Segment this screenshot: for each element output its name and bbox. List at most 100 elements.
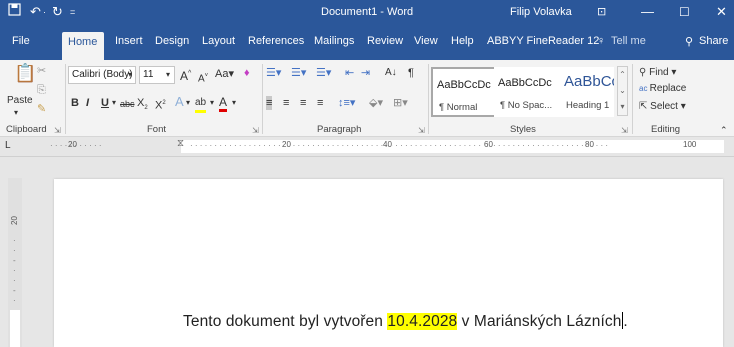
shading-icon[interactable]: ⬙▾ bbox=[369, 96, 383, 110]
clipboard-group-label: Clipboard bbox=[6, 124, 47, 135]
subscript-icon[interactable]: X2 bbox=[137, 96, 148, 115]
multilevel-list-icon[interactable]: ☰▾ bbox=[316, 66, 331, 80]
strikethrough-icon[interactable]: abc bbox=[120, 97, 135, 111]
tab-file[interactable]: File bbox=[12, 35, 30, 47]
font-name-dropdown-icon[interactable]: ▾ bbox=[128, 68, 132, 82]
highlight-dropdown-icon[interactable]: ▾ bbox=[210, 96, 214, 110]
style-normal[interactable]: AaBbCcDc ¶ Normal bbox=[431, 67, 497, 117]
style-no-spacing[interactable]: AaBbCcDc ¶ No Spac... bbox=[494, 67, 560, 117]
tab-layout[interactable]: Layout bbox=[202, 35, 235, 47]
horizontal-ruler[interactable]: L · · · · · · · · · · · 20 ⧖ · · · · · ·… bbox=[0, 137, 734, 157]
numbering-icon[interactable]: ☰▾ bbox=[291, 66, 306, 80]
share-icon[interactable]: ⚲ bbox=[685, 35, 693, 48]
tab-abbyy[interactable]: ABBYY FineReader 12 bbox=[487, 35, 599, 47]
show-formatting-icon[interactable]: ¶ bbox=[408, 66, 414, 80]
tab-home-label: Home bbox=[68, 36, 98, 48]
cut-icon[interactable]: ✂ bbox=[37, 64, 46, 78]
clipboard-launcher-icon[interactable]: ⇲ bbox=[54, 126, 61, 135]
text-after: v Mariánských Lázních bbox=[457, 313, 622, 330]
font-color-dropdown-icon[interactable]: ▾ bbox=[232, 96, 236, 110]
font-size-dropdown-icon[interactable]: ▾ bbox=[166, 68, 170, 82]
style-preview: AaBbCcDc bbox=[437, 79, 491, 91]
decrease-indent-icon[interactable]: ⇤ bbox=[345, 66, 354, 80]
customize-qat-icon[interactable]: = bbox=[70, 3, 75, 21]
line-spacing-icon[interactable]: ↕≡▾ bbox=[338, 96, 355, 110]
highlight-color-icon[interactable]: ab bbox=[195, 96, 207, 113]
styles-launcher-icon[interactable]: ⇲ bbox=[621, 126, 628, 135]
align-center-icon[interactable]: ≡ bbox=[283, 96, 289, 110]
borders-icon[interactable]: ⊞▾ bbox=[393, 96, 408, 110]
undo-icon[interactable]: ↶ bbox=[30, 3, 41, 21]
underline-icon[interactable]: U bbox=[101, 96, 109, 110]
ruler-number: 20 bbox=[9, 216, 19, 225]
font-launcher-icon[interactable]: ⇲ bbox=[252, 126, 259, 135]
tell-me-input[interactable]: Tell me bbox=[611, 35, 646, 47]
share-button[interactable]: Share bbox=[699, 35, 728, 47]
styles-scroll-icon[interactable]: ⌃ ⌄ ▾ bbox=[617, 66, 628, 116]
undo-dropdown-icon[interactable]: · bbox=[43, 3, 46, 21]
tab-design[interactable]: Design bbox=[155, 35, 189, 47]
font-name-box[interactable]: Calibri (Body) bbox=[68, 66, 136, 84]
find-button[interactable]: ⚲ Find ▾ bbox=[639, 66, 676, 80]
divider bbox=[65, 64, 66, 134]
highlighted-date: 10.4.2028 bbox=[387, 313, 458, 330]
grow-font-icon[interactable]: A^ bbox=[180, 67, 191, 83]
close-icon[interactable]: ✕ bbox=[716, 3, 727, 21]
document-page[interactable]: Tento dokument byl vytvořen 10.4.2028 v … bbox=[54, 179, 723, 347]
paste-dropdown-icon[interactable]: ▾ bbox=[14, 106, 18, 120]
indent-marker-icon[interactable]: ⧖ bbox=[177, 137, 184, 151]
tab-mailings[interactable]: Mailings bbox=[314, 35, 354, 47]
paste-button[interactable]: Paste bbox=[7, 94, 33, 108]
style-name: ¶ Normal bbox=[439, 102, 478, 113]
tab-home[interactable]: Home bbox=[62, 32, 104, 60]
text-effects-icon[interactable]: A bbox=[175, 95, 184, 109]
text-effects-dropdown-icon[interactable]: ▾ bbox=[186, 96, 190, 110]
minimize-icon[interactable]: — bbox=[641, 3, 654, 21]
tab-help[interactable]: Help bbox=[451, 35, 474, 47]
user-name[interactable]: Filip Volavka bbox=[510, 6, 572, 18]
divider bbox=[262, 64, 263, 134]
shrink-font-icon[interactable]: A˅ bbox=[198, 69, 208, 86]
italic-icon[interactable]: I bbox=[86, 96, 89, 110]
vertical-ruler[interactable]: 20 · · - · · - · · bbox=[8, 178, 22, 347]
style-preview: AaBbCcDc bbox=[498, 77, 552, 89]
style-preview: AaBbCc bbox=[564, 73, 614, 90]
tab-references[interactable]: References bbox=[248, 35, 304, 47]
tab-selector-icon[interactable]: L bbox=[5, 139, 11, 153]
ribbon-display-icon[interactable]: ⊡ bbox=[597, 3, 606, 21]
title-bar: ↶ · ↻ = Document1 - Word Filip Volavka ⊡… bbox=[0, 0, 734, 25]
save-icon[interactable] bbox=[8, 3, 21, 21]
ruler-number: 40 bbox=[383, 140, 392, 149]
clipboard-icon: 📋 bbox=[14, 63, 37, 83]
replace-button[interactable]: ac Replace bbox=[639, 82, 686, 96]
copy-icon[interactable]: ⎘ bbox=[37, 83, 46, 97]
redo-icon[interactable]: ↻ bbox=[52, 3, 63, 21]
sort-icon[interactable]: A↓ bbox=[385, 66, 397, 80]
font-color-icon[interactable]: A bbox=[219, 95, 228, 112]
collapse-ribbon-icon[interactable]: ⌃ bbox=[720, 123, 728, 137]
underline-dropdown-icon[interactable]: ▾ bbox=[112, 96, 116, 110]
replace-label: Replace bbox=[649, 83, 687, 94]
superscript-icon[interactable]: X2 bbox=[155, 96, 166, 113]
tab-review[interactable]: Review bbox=[367, 35, 403, 47]
bullets-icon[interactable]: ☰▾ bbox=[266, 66, 281, 80]
style-heading-1[interactable]: AaBbCc Heading 1 bbox=[560, 67, 614, 117]
justify-icon[interactable]: ≡ bbox=[317, 96, 323, 110]
document-text[interactable]: Tento dokument byl vytvořen 10.4.2028 v … bbox=[183, 312, 628, 331]
change-case-icon[interactable]: Aa▾ bbox=[215, 67, 234, 81]
align-left-icon[interactable]: ≡ bbox=[266, 96, 273, 110]
tab-view[interactable]: View bbox=[414, 35, 438, 47]
select-arrow-icon: ⇱ bbox=[639, 101, 651, 112]
text-before: Tento dokument byl vytvořen bbox=[183, 313, 388, 330]
bold-icon[interactable]: B bbox=[71, 96, 79, 110]
tab-insert[interactable]: Insert bbox=[115, 35, 143, 47]
lightbulb-icon[interactable]: ♀ bbox=[597, 35, 605, 47]
paragraph-launcher-icon[interactable]: ⇲ bbox=[418, 126, 425, 135]
ruler-number: 80 bbox=[585, 140, 594, 149]
select-button[interactable]: ⇱ Select ▾ bbox=[639, 100, 686, 114]
clear-formatting-icon[interactable]: ♦ bbox=[244, 66, 250, 80]
maximize-icon[interactable]: ☐ bbox=[679, 3, 690, 21]
align-right-icon[interactable]: ≡ bbox=[300, 96, 306, 110]
format-painter-icon[interactable]: ✎ bbox=[37, 102, 46, 116]
increase-indent-icon[interactable]: ⇥ bbox=[361, 66, 370, 80]
